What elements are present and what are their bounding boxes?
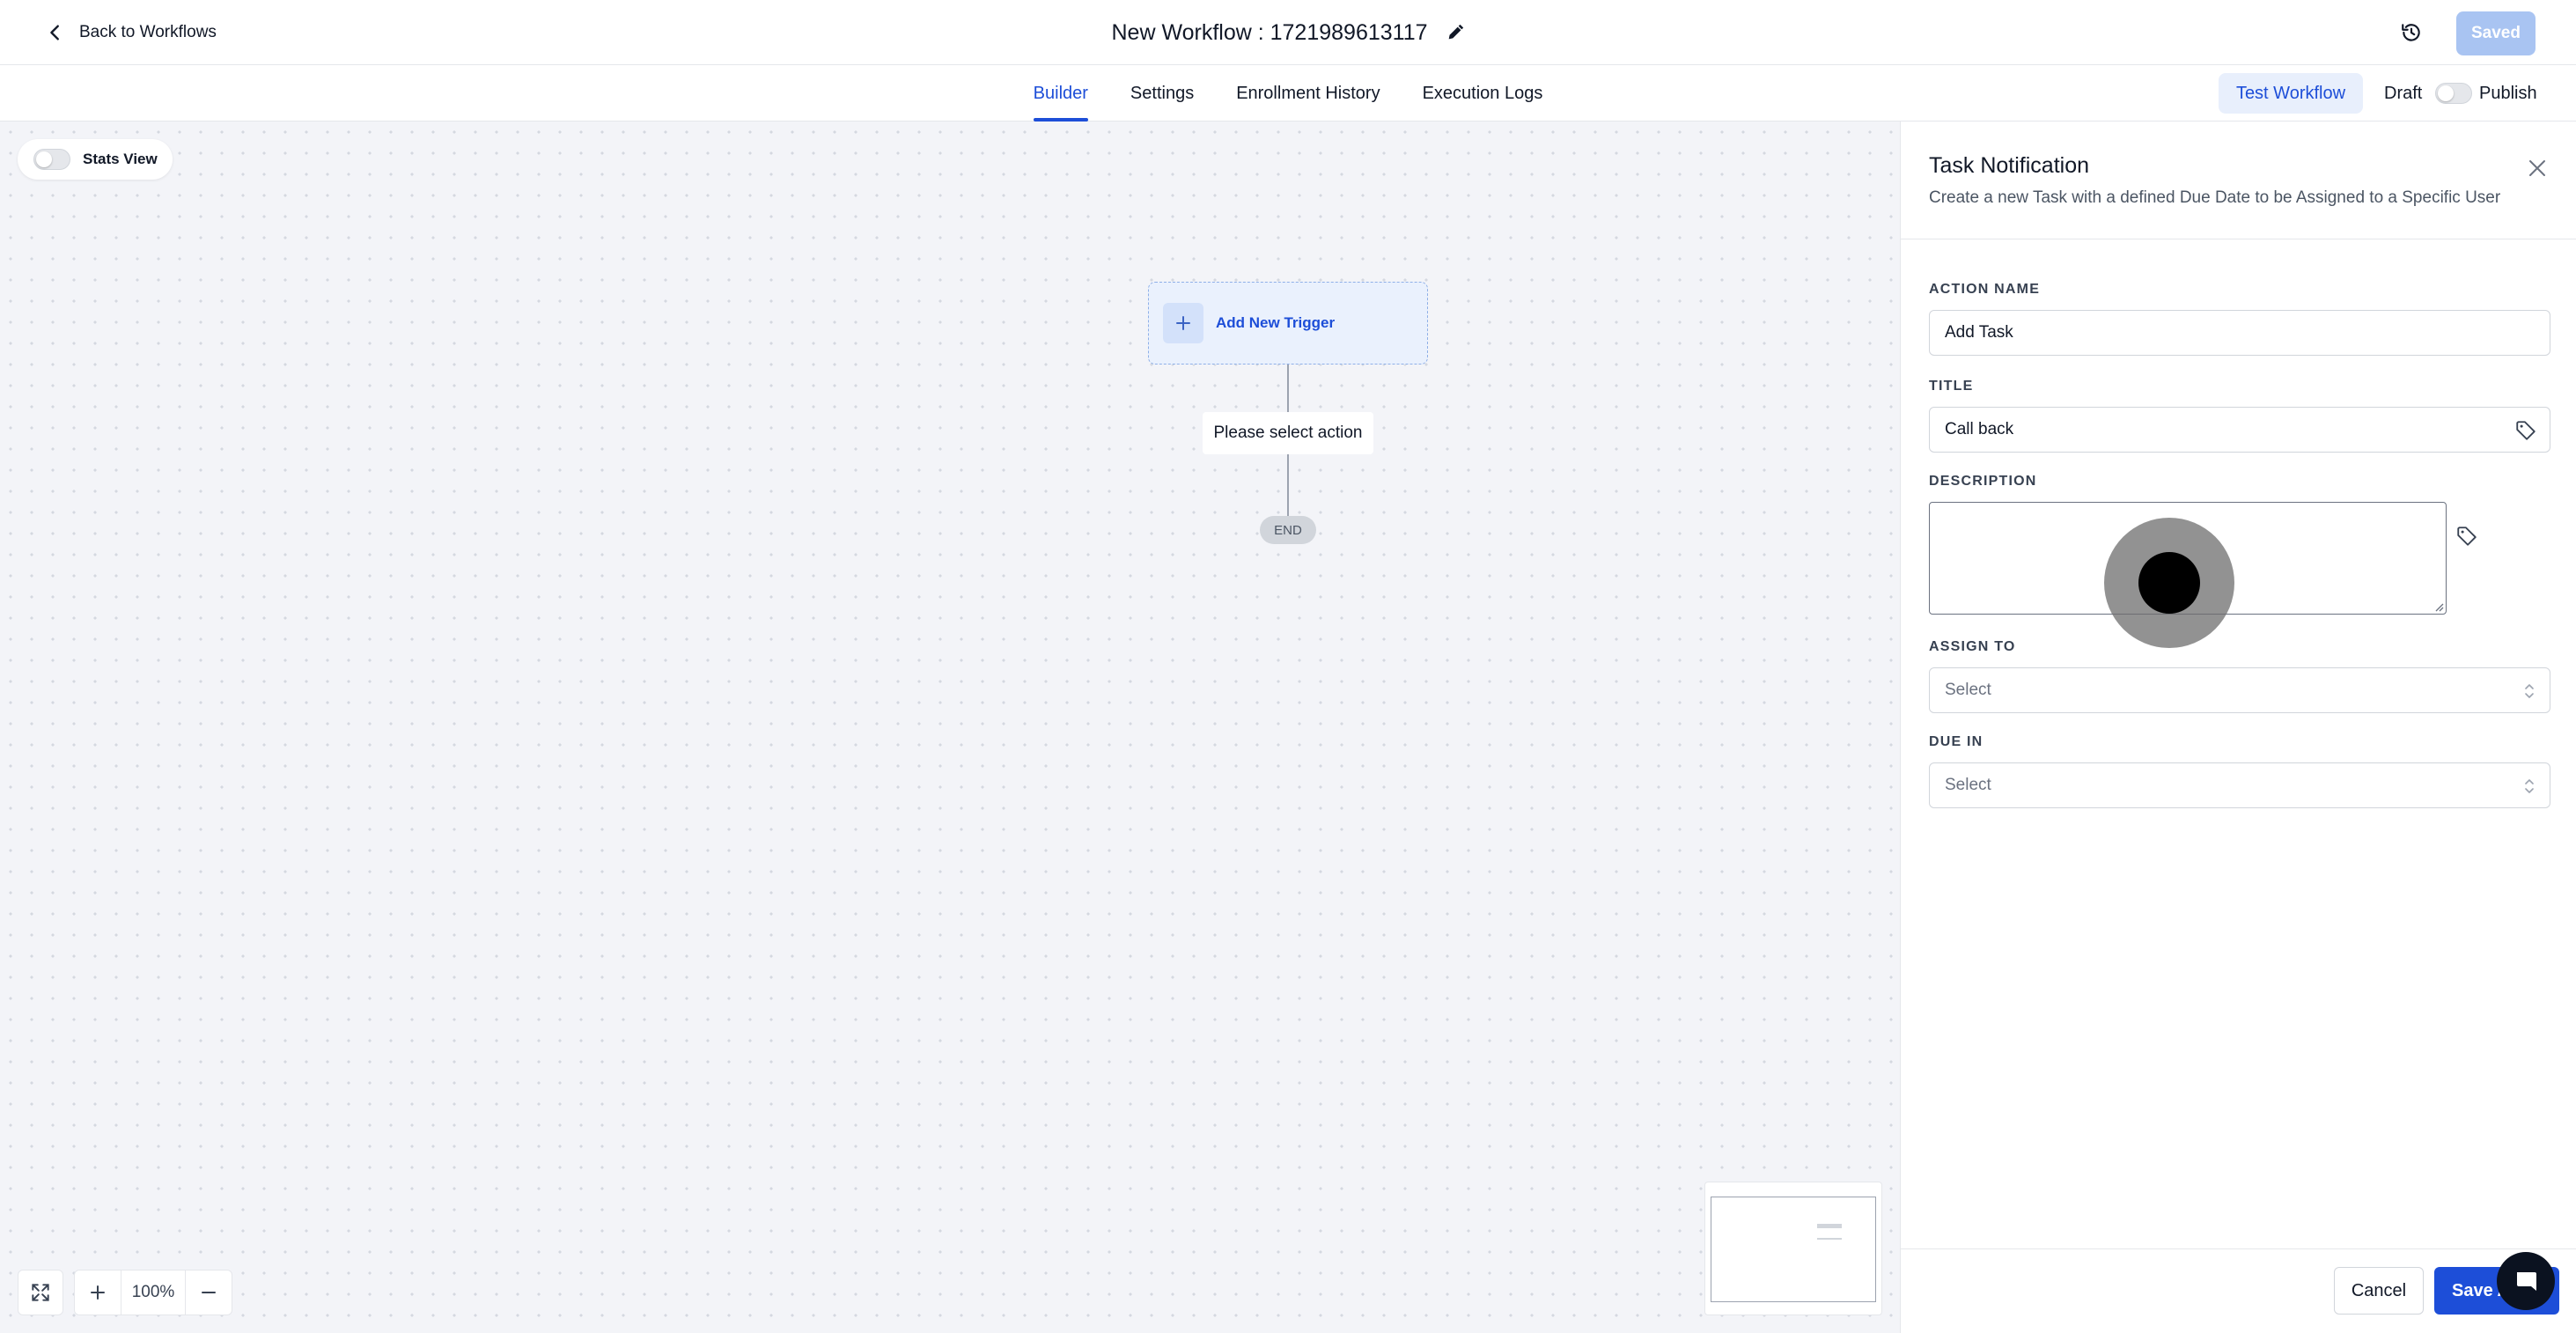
due-in-value: Select <box>1945 776 1991 794</box>
minus-icon <box>202 1292 216 1293</box>
pencil-edit-icon[interactable] <box>1446 23 1465 42</box>
stats-view-switch[interactable] <box>33 149 70 170</box>
tag-icon[interactable] <box>2514 419 2537 442</box>
panel-title: Task Notification <box>1929 153 2090 178</box>
plus-icon <box>91 1285 105 1300</box>
due-in-select[interactable]: Select <box>1929 762 2550 808</box>
tab-builder[interactable]: Builder <box>1033 65 1089 122</box>
connector-line <box>1287 454 1289 516</box>
zoom-in-button[interactable] <box>75 1270 121 1315</box>
panel-subtitle: Create a new Task with a defined Due Dat… <box>1929 188 2501 207</box>
tab-bar: Builder Settings Enrollment History Exec… <box>0 65 2576 122</box>
zoom-controls: 100% <box>74 1270 232 1315</box>
end-node: END <box>1260 516 1316 544</box>
cancel-button[interactable]: Cancel <box>2334 1267 2424 1315</box>
title-input[interactable]: Call back <box>1929 407 2550 453</box>
action-name-value: Add Task <box>1945 323 2013 342</box>
workflow-tabs: Builder Settings Enrollment History Exec… <box>0 65 2576 122</box>
tag-icon[interactable] <box>2455 525 2478 548</box>
draft-label: Draft <box>2384 83 2423 103</box>
tab-enrollment-history[interactable]: Enrollment History <box>1236 65 1380 122</box>
chevron-up-down-icon <box>2525 779 2534 793</box>
zoom-level: 100% <box>121 1270 186 1315</box>
chat-icon <box>2517 1272 2536 1291</box>
publish-toggle[interactable] <box>2435 83 2472 104</box>
chat-widget-button[interactable] <box>2497 1252 2555 1310</box>
plus-icon <box>1163 303 1203 343</box>
minimap-node <box>1817 1238 1842 1240</box>
description-field <box>1929 502 2550 615</box>
panel-footer: Cancel Save Action <box>1901 1248 2576 1333</box>
connector-line <box>1287 365 1289 412</box>
select-action-node[interactable]: Please select action <box>1203 412 1373 454</box>
panel-header: Task Notification Create a new Task with… <box>1901 122 2576 239</box>
assign-to-value: Select <box>1945 681 1991 699</box>
history-clock-icon <box>2402 24 2420 41</box>
top-header: Back to Workflows New Workflow : 1721989… <box>0 0 2576 65</box>
workflow-title: New Workflow : 1721989613117 <box>1111 19 1428 45</box>
description-label: DESCRIPTION <box>1929 474 2037 489</box>
publish-label: Publish <box>2479 83 2537 103</box>
due-in-label: DUE IN <box>1929 734 1984 749</box>
minimap-node <box>1817 1224 1842 1228</box>
action-config-panel: Task Notification Create a new Task with… <box>1900 122 2576 1333</box>
workflow-canvas[interactable]: Stats View Add New Trigger Please select… <box>0 122 1900 1333</box>
assign-to-label: ASSIGN TO <box>1929 639 2016 654</box>
fit-view-button[interactable] <box>18 1270 63 1315</box>
minimap[interactable] <box>1704 1182 1882 1315</box>
stats-view-toggle[interactable]: Stats View <box>18 139 173 180</box>
back-to-workflows-link[interactable]: Back to Workflows <box>46 18 217 48</box>
chevron-up-down-icon <box>2525 684 2534 698</box>
action-name-input[interactable]: Add Task <box>1929 310 2550 356</box>
expand-icon <box>32 1284 49 1301</box>
tab-execution-logs[interactable]: Execution Logs <box>1423 65 1543 122</box>
stats-view-label: Stats View <box>83 151 158 167</box>
workflow-title-group: New Workflow : 1721989613117 <box>0 16 2576 49</box>
chevron-left-icon <box>50 25 59 41</box>
cursor-dot <box>2138 552 2200 614</box>
assign-to-select[interactable]: Select <box>1929 667 2550 713</box>
saved-button[interactable]: Saved <box>2456 11 2536 55</box>
minimap-viewport[interactable] <box>1711 1197 1876 1302</box>
title-value: Call back <box>1945 420 2014 438</box>
close-panel-button[interactable] <box>2522 153 2552 183</box>
trigger-label: Add New Trigger <box>1216 314 1336 331</box>
title-label: TITLE <box>1929 379 1974 394</box>
test-workflow-button[interactable]: Test Workflow <box>2219 73 2363 114</box>
resize-handle-icon[interactable] <box>2433 601 2444 612</box>
add-new-trigger-node[interactable]: Add New Trigger <box>1148 282 1428 365</box>
action-name-label: ACTION NAME <box>1929 282 2041 297</box>
tab-settings[interactable]: Settings <box>1130 65 1194 122</box>
version-history-button[interactable] <box>2396 18 2426 48</box>
close-icon <box>2529 160 2545 176</box>
zoom-out-button[interactable] <box>186 1270 232 1315</box>
back-link-label: Back to Workflows <box>79 23 217 41</box>
